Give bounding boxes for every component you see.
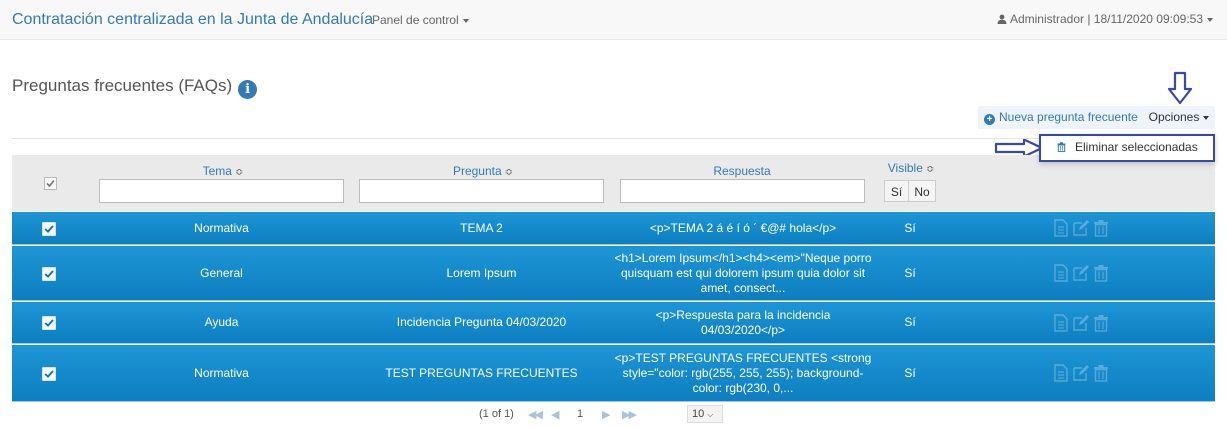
document-icon[interactable] — [1052, 219, 1070, 237]
options-dropdown: Eliminar seleccionadas — [1039, 134, 1215, 162]
app-brand[interactable]: Contratación centralizada en la Junta de… — [12, 11, 373, 29]
cell-visible: Sí — [904, 220, 916, 235]
user-label: Administrador | 18/11/2020 09:09:53 — [1009, 12, 1203, 26]
trash-icon[interactable] — [1092, 364, 1110, 382]
filter-respuesta-input[interactable] — [620, 179, 865, 203]
row-checkbox[interactable] — [42, 221, 56, 236]
next-page-button[interactable]: ▶ — [602, 408, 610, 421]
sort-icon: ≎ — [925, 164, 935, 175]
header-tema[interactable]: Tema ≎ — [203, 164, 244, 178]
caret-icon — [1207, 17, 1213, 22]
header-visible[interactable]: Visible ≎ — [888, 161, 935, 175]
plus-circle-icon: + — [984, 114, 995, 125]
document-icon[interactable] — [1052, 264, 1070, 282]
cell-respuesta: <h1>Lorem Ipsum</h1><h4><em>"Neque porro… — [614, 250, 872, 295]
sort-icon: ≎ — [504, 167, 514, 178]
page-summary: (1 of 1) — [479, 408, 514, 420]
rows-per-page-value: 10 — [692, 408, 705, 420]
cell-pregunta: Lorem Ipsum — [446, 265, 517, 280]
cell-visible: Sí — [904, 315, 916, 329]
page-title: Preguntas frecuentes (FAQs) i — [12, 76, 258, 99]
filter-tema-input[interactable] — [99, 179, 344, 203]
cell-pregunta: Incidencia Pregunta 04/03/2020 — [396, 315, 567, 329]
trash-icon[interactable] — [1092, 219, 1110, 237]
row-actions — [1052, 212, 1110, 244]
cell-tema: General — [200, 265, 243, 280]
edit-icon[interactable] — [1072, 314, 1090, 332]
divider — [12, 138, 1215, 139]
cell-visible: Sí — [904, 265, 916, 280]
edit-icon[interactable] — [1072, 364, 1090, 382]
caret-icon — [1203, 115, 1210, 120]
page-title-text: Preguntas frecuentes (FAQs) — [12, 76, 233, 95]
trash-icon[interactable] — [1092, 264, 1110, 282]
header-visible-label: Visible — [887, 161, 923, 175]
delete-selected-menu-item[interactable]: Eliminar seleccionadas — [1057, 140, 1198, 154]
header-respuesta[interactable]: Respuesta — [713, 164, 770, 178]
filter-visible-no-button[interactable]: No — [908, 180, 936, 202]
info-icon[interactable]: i — [238, 80, 258, 99]
table-row[interactable]: General Lorem Ipsum <h1>Lorem Ipsum</h1><h… — [12, 246, 1215, 301]
panel-control-menu[interactable]: Panel de control — [372, 13, 469, 27]
prev-page-button[interactable]: ◀ — [551, 408, 559, 421]
row-actions — [1052, 246, 1110, 300]
cell-respuesta: <p>TEMA 2 á é í ó ´ €@# hola</p> — [649, 220, 837, 235]
trash-icon — [1057, 142, 1066, 152]
document-icon[interactable] — [1052, 313, 1070, 332]
page-number-button[interactable]: 1 — [577, 408, 583, 420]
edit-icon[interactable] — [1072, 264, 1090, 282]
row-checkbox[interactable] — [42, 366, 56, 381]
filter-pregunta-input[interactable] — [359, 179, 604, 203]
last-page-button[interactable]: ▶▶ — [622, 408, 637, 421]
rows-per-page-select[interactable]: 10 ⌵ — [687, 405, 723, 423]
user-icon — [997, 14, 1007, 24]
user-menu[interactable]: Administrador | 18/11/2020 09:09:53 — [997, 12, 1213, 26]
edit-icon[interactable] — [1072, 219, 1090, 237]
options-label: Opciones — [1148, 110, 1200, 124]
delete-selected-label: Eliminar seleccionadas — [1075, 140, 1198, 154]
pagination: (1 of 1) ◀◀ ◀ 1 ▶ ▶▶ 10 ⌵ — [0, 404, 1227, 424]
select-all-checkbox[interactable] — [44, 177, 57, 190]
header-pregunta[interactable]: Pregunta ≎ — [453, 164, 513, 178]
cell-tema: Ayuda — [204, 315, 239, 329]
trash-icon[interactable] — [1092, 314, 1110, 332]
table-row[interactable]: Normativa TEMA 2 <p>TEMA 2 á é í ó ´ €@# h… — [12, 212, 1215, 245]
cell-pregunta: TEST PREGUNTAS FRECUENTES — [385, 365, 578, 380]
arrow-down-annotation — [1167, 71, 1193, 105]
row-actions — [1052, 302, 1110, 343]
caret-icon — [462, 18, 469, 23]
cell-respuesta: <p>TEST PREGUNTAS FRECUENTES <strong sty… — [614, 350, 872, 395]
options-button[interactable]: Opciones — [1143, 106, 1215, 129]
cell-tema: Normativa — [194, 365, 249, 380]
top-navbar: Contratación centralizada en la Junta de… — [0, 0, 1227, 40]
header-pregunta-label: Pregunta — [452, 164, 502, 178]
sort-icon: ≎ — [234, 167, 244, 178]
row-checkbox[interactable] — [42, 266, 56, 281]
row-actions — [1052, 345, 1110, 401]
first-page-button[interactable]: ◀◀ — [528, 408, 543, 421]
row-checkbox[interactable] — [42, 316, 56, 330]
new-faq-label: Nueva pregunta frecuente — [999, 110, 1138, 124]
filter-visible-yes-button[interactable]: Sí — [884, 180, 909, 202]
document-icon[interactable] — [1052, 364, 1070, 382]
cell-pregunta: TEMA 2 — [460, 220, 503, 235]
panel-control-label: Panel de control — [372, 13, 459, 27]
header-tema-label: Tema — [202, 164, 232, 178]
chevron-down-icon: ⌵ — [707, 410, 714, 419]
cell-tema: Normativa — [194, 220, 249, 235]
new-faq-button[interactable]: + Nueva pregunta frecuente — [978, 106, 1144, 129]
cell-respuesta: <p>Respuesta para la incidencia 04/03/20… — [655, 307, 831, 337]
cell-visible: Sí — [904, 365, 916, 380]
table-row[interactable]: Normativa TEST PREGUNTAS FRECUENTES <p>TES… — [12, 345, 1215, 402]
table-row[interactable]: Ayuda Incidencia Pregunta 04/03/2020 <p>Re… — [12, 302, 1215, 344]
